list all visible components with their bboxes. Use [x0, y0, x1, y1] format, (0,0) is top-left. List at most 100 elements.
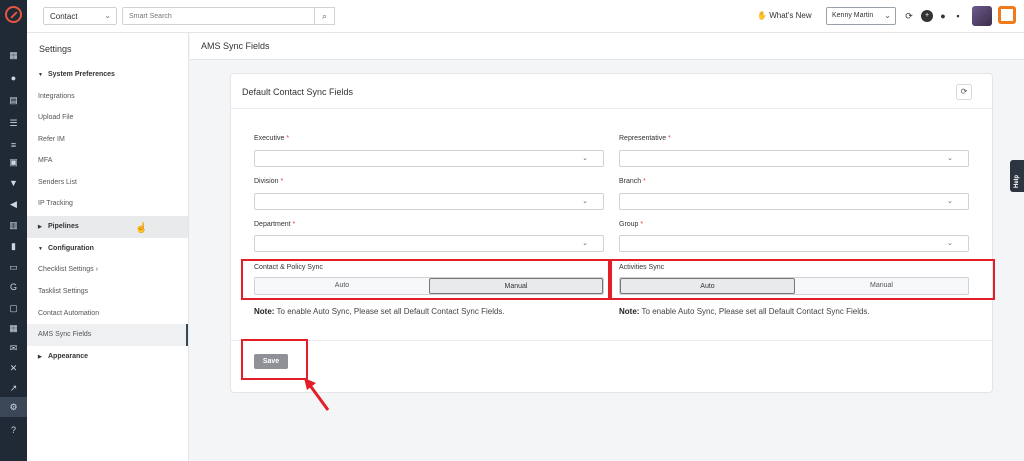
executive-label: Executive *	[254, 135, 290, 142]
megaphone-icon[interactable]: ◀	[8, 199, 19, 209]
settings-gear-icon[interactable]: ⚙	[0, 397, 27, 417]
google-icon[interactable]: G	[8, 282, 19, 292]
mail-icon[interactable]: ✉	[8, 343, 19, 353]
contact-type-select[interactable]: Contact ⌄	[43, 7, 117, 25]
handshake-icon[interactable]: ✕	[8, 363, 19, 373]
smart-search-input[interactable]	[122, 7, 315, 25]
caret-right-icon: ▶	[38, 354, 42, 360]
division-label: Division *	[254, 178, 284, 185]
calendar-icon[interactable]: ▦	[8, 323, 19, 333]
branch-select[interactable]: ⌄	[619, 193, 969, 210]
branch-label: Branch *	[619, 178, 646, 185]
department-label: Department *	[254, 221, 296, 228]
sidebar-item-label: Refer IM	[38, 136, 65, 143]
chevron-right-icon: ›	[95, 266, 98, 273]
help-tab-label: Help	[1014, 174, 1020, 188]
representative-select[interactable]: ⌄	[619, 150, 969, 167]
chart-icon[interactable]: ▮	[8, 241, 19, 251]
reports-icon[interactable]: ☰	[8, 118, 19, 128]
trend-icon[interactable]: ↗	[8, 383, 19, 393]
sidebar-item-checklist-settings[interactable]: Checklist Settings ›	[27, 259, 188, 281]
sidebar-item-ams-sync-fields[interactable]: AMS Sync Fields	[27, 324, 188, 346]
add-icon[interactable]: +	[921, 10, 933, 22]
annotation-arrow-icon	[304, 378, 330, 411]
chevron-down-icon: ⌄	[104, 11, 111, 20]
sidebar-item-label: Configuration	[48, 245, 94, 252]
caret-down-icon: ▼	[38, 246, 43, 252]
settings-title: Settings	[39, 44, 72, 54]
sidebar-item-senders-list[interactable]: Senders List	[27, 172, 188, 194]
bulb-icon: ✋	[757, 11, 767, 20]
group-label: Group *	[619, 221, 644, 228]
highlight-activities-sync	[610, 259, 995, 300]
chevron-down-icon: ⌄	[884, 11, 891, 20]
sidebar-item-label: Senders List	[38, 179, 77, 186]
sidebar-item-mfa[interactable]: MFA	[27, 150, 188, 172]
page-title: AMS Sync Fields	[201, 41, 270, 51]
sidebar-item-label: Pipelines	[48, 223, 79, 230]
sidebar-item-label: System Preferences	[48, 71, 115, 78]
department-select[interactable]: ⌄	[254, 235, 604, 252]
contact-select-value: Contact	[50, 12, 78, 21]
list-icon[interactable]: ≡	[8, 140, 19, 150]
chevron-down-icon: ⌄	[947, 240, 953, 247]
help-icon[interactable]: ?	[8, 425, 19, 435]
help-tab[interactable]: Help	[1010, 160, 1024, 192]
sync-icon[interactable]: ⟳	[903, 10, 915, 22]
group-select[interactable]: ⌄	[619, 235, 969, 252]
inbox-icon[interactable]: ▢	[8, 303, 19, 313]
contact-policy-note: Note: To enable Auto Sync, Please set al…	[254, 307, 505, 316]
sidebar-item-label: Tasklist Settings	[38, 288, 89, 295]
filter-icon[interactable]: ▼	[8, 178, 19, 188]
activities-note: Note: To enable Auto Sync, Please set al…	[619, 307, 870, 316]
folder-icon[interactable]: ▭	[8, 262, 19, 272]
sidebar-item-label: Upload File	[38, 114, 74, 121]
sidebar-group-configuration[interactable]: ▼ Configuration	[27, 238, 188, 260]
user-select[interactable]: Kenny Martin ⌄	[826, 7, 896, 25]
sidebar-group-system-preferences[interactable]: ▼ System Preferences	[27, 64, 188, 86]
image-icon[interactable]: ▣	[8, 157, 19, 167]
user-name: Kenny Martin	[832, 12, 874, 19]
contacts-icon[interactable]: ●	[8, 73, 19, 83]
sidebar-item-tasklist-settings[interactable]: Tasklist Settings	[27, 281, 188, 303]
app-logo[interactable]	[5, 6, 22, 23]
sidebar-item-ip-tracking[interactable]: IP Tracking	[27, 193, 188, 215]
chevron-down-icon: ⌄	[582, 155, 588, 162]
avatar[interactable]	[972, 6, 992, 26]
top-bar: Contact ⌄ ⌕ ✋ What's New Kenny Martin ⌄ …	[27, 0, 1024, 33]
representative-label: Representative *	[619, 135, 671, 142]
sidebar-item-label: Appearance	[48, 353, 89, 360]
sync-fields-card: Default Contact Sync Fields ⟳ Executive …	[230, 73, 993, 393]
chat-icon[interactable]: ▪	[952, 10, 964, 22]
sidebar-item-label: Integrations	[38, 93, 75, 100]
sidebar-item-upload-file[interactable]: Upload File	[27, 107, 188, 129]
sidebar-item-contact-automation[interactable]: Contact Automation	[27, 303, 188, 325]
chevron-down-icon: ⌄	[947, 198, 953, 205]
chevron-down-icon: ⌄	[582, 240, 588, 247]
whats-new-label: What's New	[769, 11, 812, 20]
division-select[interactable]: ⌄	[254, 193, 604, 210]
search-icon[interactable]: ⌕	[315, 7, 335, 25]
documents-icon[interactable]: ▤	[8, 95, 19, 105]
sidebar-item-integrations[interactable]: Integrations	[27, 86, 188, 108]
sidebar-group-pipelines[interactable]: ▶ Pipelines ☝	[27, 216, 188, 238]
executive-select[interactable]: ⌄	[254, 150, 604, 167]
sidebar-item-label: IP Tracking	[38, 200, 73, 207]
sidebar-item-label: AMS Sync Fields	[38, 331, 92, 338]
dashboard-icon[interactable]: ▦	[8, 50, 19, 60]
caret-right-icon: ▶	[38, 224, 42, 230]
bell-icon[interactable]: ●	[937, 10, 949, 22]
refresh-icon[interactable]: ⟳	[956, 84, 972, 100]
app-switcher-icon[interactable]	[998, 6, 1016, 24]
whats-new-link[interactable]: ✋ What's New	[757, 11, 812, 20]
card-header: Default Contact Sync Fields ⟳	[231, 74, 992, 109]
tasks-icon[interactable]: ▥	[8, 220, 19, 230]
sidebar-item-label: Checklist Settings	[38, 266, 94, 273]
sidebar-group-appearance[interactable]: ▶ Appearance	[27, 346, 188, 368]
page-header: AMS Sync Fields	[190, 33, 1024, 60]
card-title: Default Contact Sync Fields	[242, 87, 354, 97]
highlight-save-button	[241, 339, 308, 380]
settings-sidebar: Settings ▼ System Preferences Integration…	[27, 33, 189, 461]
caret-down-icon: ▼	[38, 72, 43, 78]
sidebar-item-refer-im[interactable]: Refer IM	[27, 129, 188, 151]
